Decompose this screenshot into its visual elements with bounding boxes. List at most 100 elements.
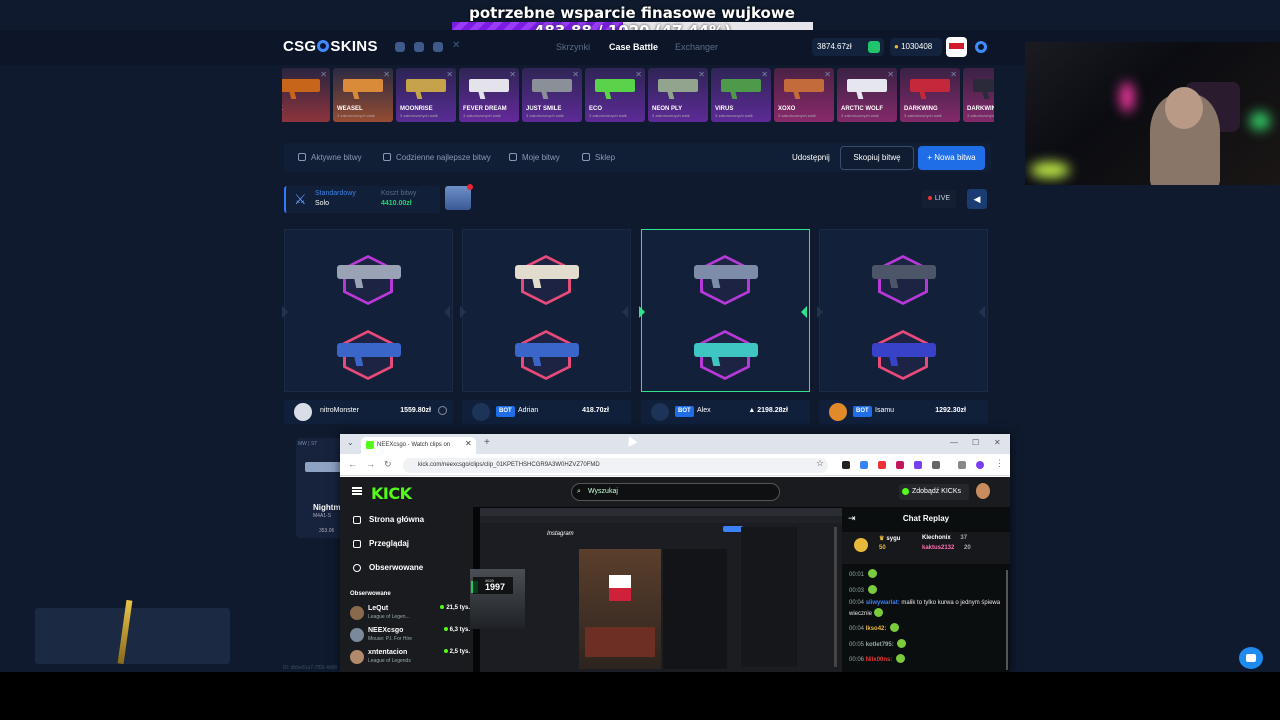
drop-close-icon[interactable]: ✕ <box>824 70 831 79</box>
sidebar-item-browse[interactable]: Przeglądaj <box>369 539 409 548</box>
live-drop-card[interactable]: ✕ XOXO 3 zakończonych walk <box>774 68 834 122</box>
player-avatar[interactable] <box>829 403 847 421</box>
user-avatar[interactable] <box>946 37 967 57</box>
nav-shop[interactable]: Sklep <box>582 153 615 162</box>
home-icon <box>353 516 361 524</box>
sidebar-item-home[interactable]: Strona główna <box>369 515 424 524</box>
following-item[interactable]: NEEXcsgo Mouse: P.I. For Hire 6,3 tys. <box>350 626 470 646</box>
deposit-icon[interactable] <box>868 41 880 53</box>
drop-close-icon[interactable]: ✕ <box>446 70 453 79</box>
player-avatar[interactable] <box>651 403 669 421</box>
kick-search-input[interactable]: ⌕ Wyszukaj <box>571 483 780 501</box>
drop-close-icon[interactable]: ✕ <box>572 70 579 79</box>
extension-icon[interactable] <box>878 461 886 469</box>
leader-3: kaktus2132 20 <box>922 545 971 551</box>
live-drop-card[interactable]: ✕ JUST SMILE 3 zakończonych walk <box>522 68 582 122</box>
minimize-icon[interactable]: — <box>950 438 958 447</box>
extension-icon[interactable] <box>860 461 868 469</box>
extension-icon[interactable] <box>842 461 850 469</box>
drop-close-icon[interactable]: ✕ <box>698 70 705 79</box>
kick-logo[interactable]: KICK <box>371 484 412 503</box>
new-battle-button[interactable]: + Nowa bitwa <box>918 146 985 170</box>
following-item[interactable]: LeQut League of Legen... 21,5 tys. <box>350 604 470 624</box>
facebook-icon[interactable] <box>414 42 424 52</box>
drop-subtitle: 3 zakończonych walk <box>526 113 564 118</box>
live-drop-card[interactable]: ✕DARKWIN3 zakończonych walk <box>963 68 994 122</box>
following-item[interactable]: xntentacion League of Legends 2,5 tys. <box>350 648 470 668</box>
balance-coins[interactable]: ● 1030408 <box>890 38 942 56</box>
extension-icon[interactable] <box>914 461 922 469</box>
live-drop-card[interactable]: ✕ VIRUS 3 zakończonych walk <box>711 68 771 122</box>
live-drop-card[interactable]: ✕ NEON PLY 3 zakończonych walk <box>648 68 708 122</box>
tab-cases[interactable]: Skrzynki <box>556 42 590 52</box>
forward-icon[interactable]: → <box>366 459 375 469</box>
chat-time: 00:04 <box>849 600 865 606</box>
more-menu-icon[interactable]: ⋮ <box>995 458 1004 469</box>
nav-my-battles[interactable]: Moje bitwy <box>509 153 560 162</box>
discord-icon[interactable] <box>395 42 405 52</box>
maximize-icon[interactable]: ☐ <box>972 438 979 447</box>
tab-close-icon[interactable]: ✕ <box>465 439 472 448</box>
get-kicks-button[interactable]: Zdobądź KICKs <box>899 484 969 500</box>
drop-close-icon[interactable]: ✕ <box>761 70 768 79</box>
address-bar[interactable]: kick.com/neexcsgo/clips/clip_01KPETHSHCG… <box>403 458 828 473</box>
sidebar-item-following[interactable]: Obserwowane <box>369 563 423 572</box>
drop-close-icon[interactable]: ✕ <box>383 70 390 79</box>
nav-daily-best[interactable]: Codzienne najlepsze bitwy <box>383 153 491 162</box>
reload-icon[interactable]: ↻ <box>384 459 392 470</box>
drop-skin-name: XOXO <box>778 106 796 112</box>
drop-skin-name: CK <box>282 106 283 112</box>
chat-scrollbar[interactable] <box>1006 570 1008 670</box>
clip-counter-small: 2020 <box>485 578 494 583</box>
live-drop-card[interactable]: ✕ ARCTIC WOLF 3 zakończonych walk <box>837 68 897 122</box>
tab-case-battle[interactable]: Case Battle <box>609 42 658 52</box>
copy-battle-button[interactable]: Skopiuj bitwę <box>840 146 914 170</box>
extension-icon[interactable] <box>896 461 904 469</box>
instagram-icon[interactable] <box>433 42 443 52</box>
left-arrow-icon <box>460 306 466 318</box>
case-thumbnail[interactable] <box>445 184 473 210</box>
x-icon[interactable]: ✕ <box>452 40 462 51</box>
kick-user-avatar[interactable] <box>976 483 990 499</box>
profile-avatar-icon[interactable] <box>976 461 984 469</box>
recent-win-card[interactable] <box>296 438 346 538</box>
kick-favicon-icon <box>366 441 374 449</box>
support-chat-icon[interactable] <box>1239 647 1263 669</box>
bookmark-star-icon[interactable]: ☆ <box>816 458 824 469</box>
live-drop-card[interactable]: ✕ DARKWING 3 zakończonych walk <box>900 68 960 122</box>
back-icon[interactable]: ← <box>348 459 357 469</box>
drop-close-icon[interactable]: ✕ <box>950 70 957 79</box>
nav-active-battles[interactable]: Aktywne bitwy <box>298 153 362 162</box>
player-avatar[interactable] <box>472 403 490 421</box>
clip-player[interactable]: Instagram 2020 1997 <box>470 507 842 672</box>
live-drop-card[interactable]: ✕ FEVER DREAM 3 zakończonych walk <box>459 68 519 122</box>
emoji-icon[interactable] <box>438 406 447 415</box>
live-drop-card[interactable]: ✕ ECO 3 zakończonych walk <box>585 68 645 122</box>
site-logo[interactable]: CSG SKINS <box>283 38 378 55</box>
player-avatar[interactable] <box>294 403 312 421</box>
live-drop-card[interactable]: ✕ CK <box>282 68 330 122</box>
new-tab-icon[interactable]: + <box>484 437 490 448</box>
chat-user[interactable]: Nlix00ns: <box>866 657 893 663</box>
live-drop-card[interactable]: ✕ MOONRISE 3 zakończonych walk <box>396 68 456 122</box>
balance-main[interactable]: 3874.67zł <box>812 38 884 56</box>
window-close-icon[interactable]: ✕ <box>994 438 1001 447</box>
live-drop-card[interactable]: ✕ WEASEL 3 zakończonych walk <box>333 68 393 122</box>
share-button[interactable]: Udostępnij <box>780 147 830 169</box>
chat-user[interactable]: sliwywarlat: <box>866 600 900 606</box>
tab-search-icon[interactable]: ⌄ <box>347 438 354 447</box>
extensions-puzzle-icon[interactable] <box>932 461 940 469</box>
chat-user[interactable]: lkso42: <box>866 626 887 632</box>
browser-tab[interactable]: NEEXcsgo - Watch clips on <box>361 437 476 454</box>
settings-icon[interactable] <box>975 41 987 53</box>
battle-info-panel <box>284 186 440 213</box>
drop-close-icon[interactable]: ✕ <box>509 70 516 79</box>
drop-close-icon[interactable]: ✕ <box>887 70 894 79</box>
volume-icon[interactable]: ◀ <box>967 189 987 209</box>
chat-user[interactable]: kotlet795: <box>866 642 894 648</box>
drop-close-icon[interactable]: ✕ <box>635 70 642 79</box>
tab-exchanger[interactable]: Exchanger <box>675 42 718 52</box>
hamburger-menu-icon[interactable] <box>352 487 362 495</box>
profile-menu-icon[interactable] <box>958 461 966 469</box>
drop-close-icon[interactable]: ✕ <box>320 70 327 79</box>
